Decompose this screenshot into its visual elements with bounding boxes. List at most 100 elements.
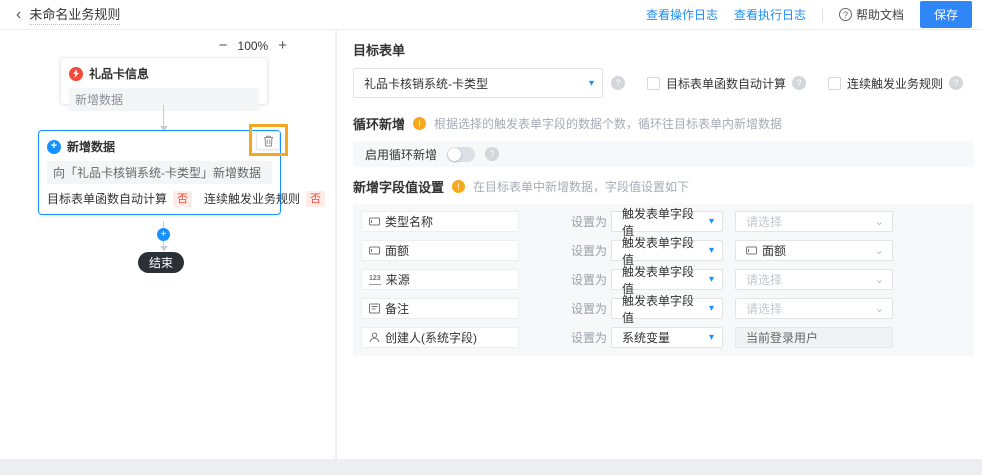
value-selected: 面额: [746, 242, 786, 259]
caret-down-icon: ▾: [708, 216, 714, 227]
config-panel: 目标表单 礼品卡核销系统-卡类型 ▾ ? 目标表单函数自动计算 ? 连续触发业务…: [337, 30, 982, 459]
textarea-field-icon: [369, 303, 380, 314]
checkbox-icon[interactable]: [828, 76, 842, 90]
fields-section-header: 新增字段值设置 ! 在目标表单中新增数据，字段值设置如下: [353, 177, 974, 196]
connector-line: [163, 105, 164, 127]
checkbox-icon[interactable]: [647, 76, 660, 90]
view-execution-log-link[interactable]: 查看执行日志: [734, 6, 806, 23]
chevron-down-icon: ⌄: [874, 245, 884, 257]
value-select[interactable]: 请选择 ⌄: [735, 211, 893, 232]
warning-icon: !: [452, 180, 466, 193]
save-button[interactable]: 保存: [919, 1, 972, 28]
connector-arrow-2: [160, 246, 168, 251]
flag1-label: 目标表单函数自动计算: [47, 192, 168, 206]
delete-node-button[interactable]: [256, 131, 280, 150]
add-step-button[interactable]: +: [157, 228, 170, 241]
caret-down-icon: ▾: [708, 274, 714, 285]
zoom-in-button[interactable]: +: [278, 38, 287, 53]
value-placeholder: 请选择: [746, 215, 783, 229]
action-node-flags: 目标表单函数自动计算 否 连续触发业务规则 否: [47, 190, 326, 207]
field-name: 面额: [385, 244, 410, 258]
flag2-label: 连续触发业务规则: [204, 192, 301, 206]
flag1-badge: 否: [173, 190, 193, 207]
view-operation-log-link[interactable]: 查看操作日志: [646, 6, 718, 23]
mode-select[interactable]: 触发表单字段值 ▾: [611, 265, 723, 296]
set-as-label: 设置为: [571, 302, 608, 316]
value-select[interactable]: 面额 ⌄: [735, 240, 893, 261]
loop-toggle-bar: 启用循环新增 ?: [353, 141, 974, 167]
mode-select[interactable]: 触发表单字段值 ▾: [611, 236, 723, 267]
help-doc-label: 帮助文档: [855, 8, 904, 22]
value-select[interactable]: 请选择 ⌄: [735, 269, 893, 290]
help-doc-button[interactable]: ? 帮助文档: [838, 6, 904, 23]
action-node-selected[interactable]: + 新增数据 向「礼品卡核销系统-卡类型」新增数据 目标表单函数自动计算 否 连…: [38, 130, 326, 215]
set-as-label: 设置为: [571, 244, 608, 258]
trigger-node[interactable]: 礼品卡信息 新增数据: [60, 57, 268, 111]
target-form-select[interactable]: 礼品卡核销系统-卡类型 ▾: [353, 68, 603, 98]
trash-icon: [263, 135, 274, 147]
trigger-node-body: 新增数据: [69, 88, 259, 111]
text-field-icon: [746, 245, 757, 256]
flag2-badge: 否: [306, 190, 326, 207]
trigger-lightning-icon: [69, 66, 83, 81]
info-icon[interactable]: ?: [611, 76, 625, 90]
flow-canvas: − 100% + 礼品卡信息 新增数据 + 新增数据 向「礼品卡核销系统-卡类型…: [0, 30, 336, 459]
zoom-out-button[interactable]: −: [219, 38, 228, 53]
loop-toggle-label: 启用循环新增: [365, 147, 438, 162]
page-title[interactable]: 未命名业务规则: [29, 4, 121, 25]
question-circle-icon: ?: [838, 8, 852, 21]
field-name-box: 备注: [361, 298, 519, 319]
end-node: 结束: [138, 252, 184, 273]
user-icon: [369, 332, 380, 343]
target-form-title: 目标表单: [353, 43, 406, 58]
set-as-label: 设置为: [571, 215, 608, 229]
info-icon[interactable]: ?: [949, 76, 964, 90]
value-select[interactable]: 请选择 ⌄: [735, 298, 893, 319]
add-data-plus-icon: +: [47, 139, 61, 154]
number-field-icon: 123: [369, 274, 381, 285]
mode-value: 系统变量: [622, 331, 671, 345]
chevron-down-icon: ⌄: [874, 216, 884, 228]
field-row: 备注 设置为 触发表单字段值 ▾ 请选择 ⌄: [361, 294, 966, 325]
target-form-value: 礼品卡核销系统-卡类型: [364, 76, 488, 91]
value-text: 当前登录用户: [746, 331, 819, 345]
chevron-down-icon: ⌄: [874, 303, 884, 315]
field-name: 备注: [385, 302, 410, 316]
target-form-row: 礼品卡核销系统-卡类型 ▾ ? 目标表单函数自动计算 ? 连续触发业务规则 ?: [353, 68, 974, 98]
field-name: 创建人(系统字段): [385, 331, 477, 345]
field-row: 创建人(系统字段) 设置为 系统变量 ▾ 当前登录用户: [361, 327, 966, 348]
value-text: 面额: [762, 244, 787, 258]
zoom-level: 100%: [237, 38, 269, 53]
back-icon[interactable]: ‹: [10, 6, 27, 23]
loop-section-title: 循环新增: [353, 117, 406, 132]
field-rows-panel: 类型名称 设置为 触发表单字段值 ▾ 请选择 ⌄ 面额 设置为 触发表单字段值: [353, 204, 974, 356]
checkbox-auto-calc[interactable]: 目标表单函数自动计算 ?: [647, 75, 807, 92]
field-row: 类型名称 设置为 触发表单字段值 ▾ 请选择 ⌄: [361, 207, 966, 238]
checkbox-continuous-trigger[interactable]: 连续触发业务规则 ?: [828, 75, 964, 92]
set-as-label: 设置为: [571, 331, 608, 345]
zoom-control: − 100% +: [219, 38, 287, 53]
loop-section-header: 循环新增 ! 根据选择的触发表单字段的数据个数，循环往目标表单内新增数据: [353, 114, 974, 133]
value-placeholder: 请选择: [746, 273, 783, 287]
field-name-box: 123 来源: [361, 269, 519, 290]
top-header: ‹ 未命名业务规则 查看操作日志 查看执行日志 ? 帮助文档 保存: [0, 0, 982, 30]
header-actions: 查看操作日志 查看执行日志 ? 帮助文档 保存: [646, 1, 972, 28]
field-row: 面额 设置为 触发表单字段值 ▾ 面额 ⌄: [361, 236, 966, 267]
info-icon[interactable]: ?: [792, 76, 807, 90]
field-name: 类型名称: [385, 215, 434, 229]
fields-section-hint: 在目标表单中新增数据，字段值设置如下: [473, 180, 690, 194]
loop-section-hint: 根据选择的触发表单字段的数据个数，循环往目标表单内新增数据: [434, 117, 783, 131]
field-name-box: 类型名称: [361, 211, 519, 232]
mode-select[interactable]: 系统变量 ▾: [611, 327, 723, 348]
mode-value: 触发表单字段值: [622, 293, 695, 325]
mode-select[interactable]: 触发表单字段值 ▾: [611, 294, 723, 325]
loop-toggle-switch[interactable]: [447, 146, 476, 162]
caret-down-icon: ▾: [708, 303, 714, 314]
set-as-label: 设置为: [571, 273, 608, 287]
mode-select[interactable]: 触发表单字段值 ▾: [611, 207, 723, 238]
value-readonly-field: 当前登录用户: [735, 327, 893, 348]
caret-down-icon: ▾: [588, 77, 594, 89]
text-field-icon: [369, 245, 380, 256]
text-field-icon: [369, 216, 380, 227]
info-icon[interactable]: ?: [485, 147, 500, 161]
